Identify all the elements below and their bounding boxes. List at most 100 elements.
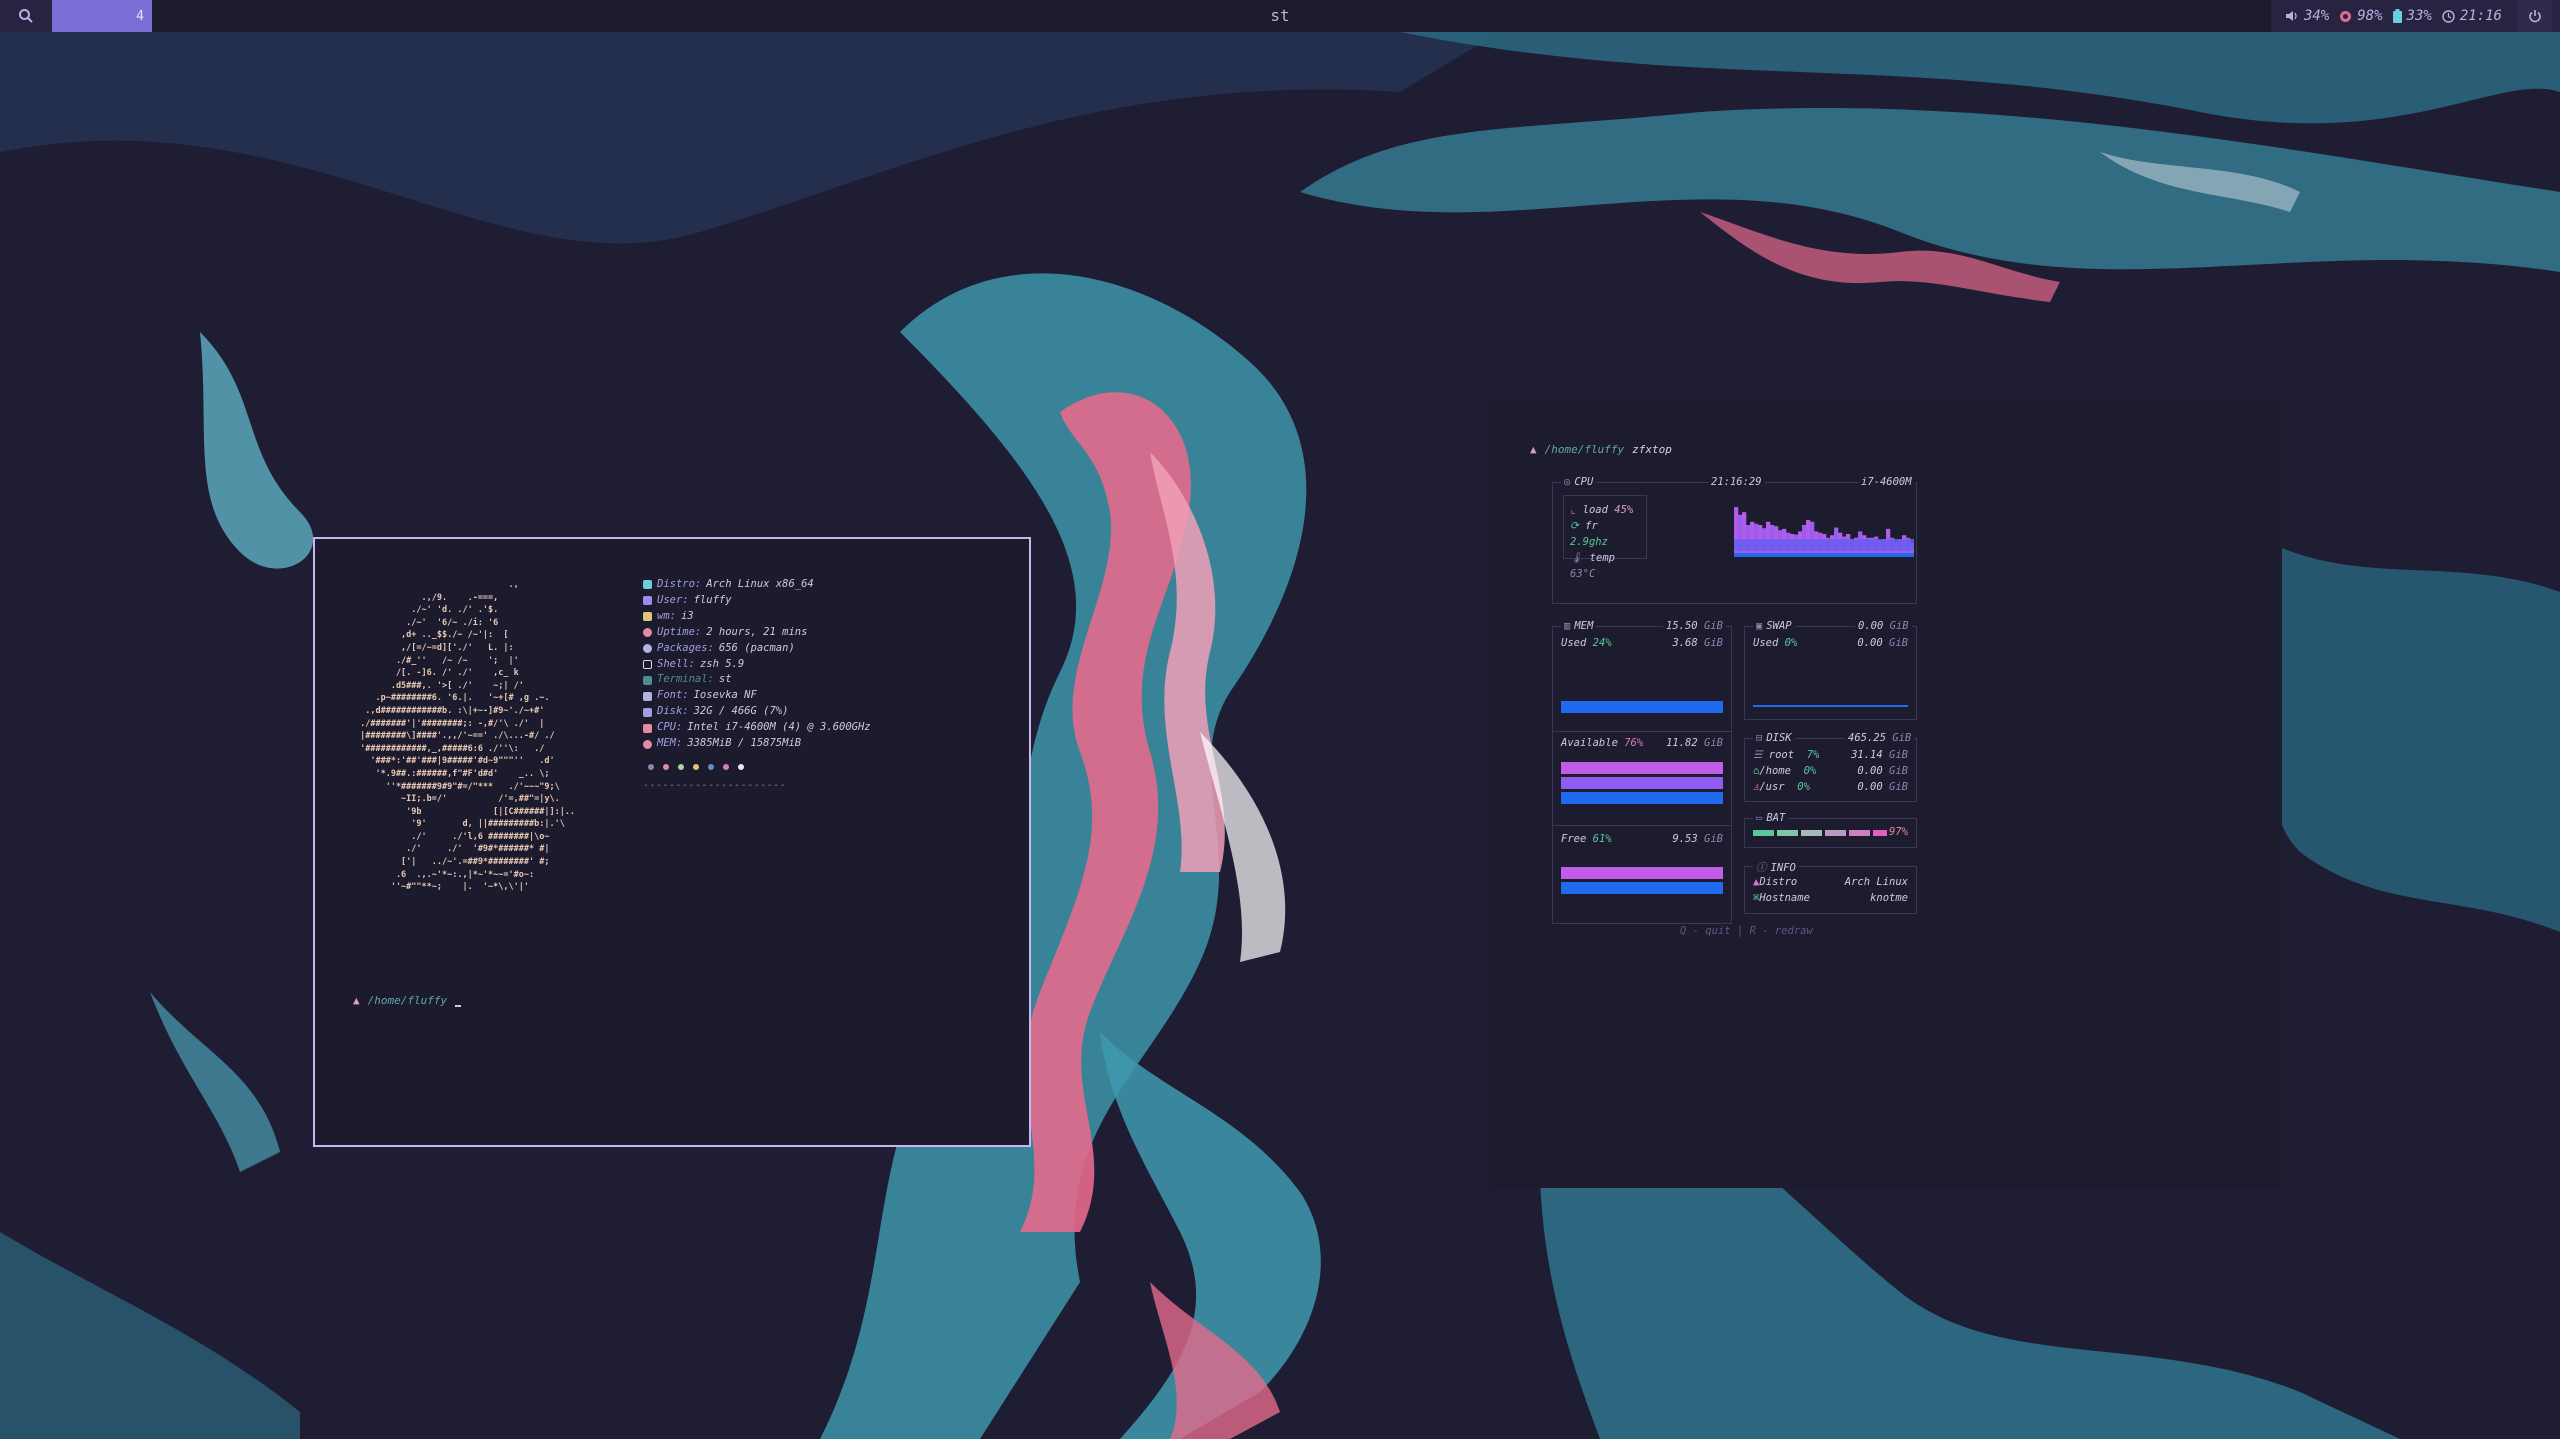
- workspace-indicator[interactable]: 4: [52, 0, 152, 32]
- battery-cell: [1753, 830, 1774, 836]
- swap-panel-title: ▣ SWAP: [1753, 620, 1795, 632]
- info-row-wm: wm: i3: [643, 609, 871, 625]
- cpu-history-graph: [1734, 507, 1914, 557]
- cpu-model: i7-4600M: [1858, 476, 1915, 488]
- swap-panel: ▣ SWAP 0.00 GiB Used 0% 0.00 GiB: [1744, 620, 1917, 720]
- battery-icon: ▭: [1756, 812, 1763, 824]
- cpu-stats-box: ⌞ load 45% ⟳ fr 2.9ghz 🌡︎ temp 63°C: [1563, 495, 1647, 580]
- system-info-list: Distro: Arch Linux x86_64 User: fluffy w…: [643, 577, 871, 794]
- palette-dot: [678, 763, 684, 770]
- status-tray: 34% 98% 33% 21:16: [2270, 0, 2560, 32]
- keybinding-help: Q - quit | R - redraw: [1680, 925, 1813, 937]
- mem-available-bar: [1561, 792, 1723, 804]
- thermometer-icon: 🌡︎: [1570, 552, 1584, 564]
- disk-row-home: ⌂/home 0% 0.00 GiB: [1753, 765, 1908, 777]
- battery-cell: [1801, 830, 1822, 836]
- volume-indicator[interactable]: 34%: [2285, 8, 2329, 24]
- cpu-panel: ◎ CPU 21:16:29 i7-4600M ⌞ load 45% ⟳ fr …: [1552, 476, 1917, 604]
- mem-free-row: Free 61% 9.53 GiB: [1561, 833, 1723, 845]
- disk-icon: [643, 707, 652, 717]
- shell-prompt[interactable]: ▲ /home/fluffy: [353, 994, 462, 1007]
- mem-free-bar: [1561, 867, 1723, 879]
- ghost-icon: ▲: [1530, 443, 1537, 456]
- font-icon: [643, 691, 652, 701]
- mem-free-bar: [1561, 882, 1723, 894]
- window-manager-icon: [643, 612, 652, 622]
- palette-dot: [708, 763, 714, 770]
- clock[interactable]: 21:16: [2442, 8, 2502, 24]
- divider: [1553, 825, 1731, 826]
- focused-window-title: st: [1270, 6, 1290, 25]
- clock-time: 21:16: [2459, 8, 2502, 24]
- cpu-temp-row: 🌡︎ temp 63°C: [1570, 552, 1615, 580]
- terminal-window-neofetch[interactable]: ., .,/9. .-===, ./~' 'd. ./' .'$. ./~' '…: [313, 537, 1031, 1147]
- terminal-icon: [643, 675, 652, 685]
- search-icon: [19, 9, 33, 23]
- battery-level-bar: [1753, 830, 1887, 836]
- mem-used-row: Used 24% 3.68 GiB: [1561, 637, 1723, 649]
- prompt-path: /home/fluffy: [367, 994, 448, 1007]
- disk-row-usr: ♙/usr 0% 0.00 GiB: [1753, 781, 1908, 793]
- info-row-cpu: CPU: Intel i7-4600M (4) @ 3.600GHz: [643, 720, 871, 736]
- package-icon: [643, 644, 652, 654]
- info-row-hostname: ⌘Hostname knotme: [1753, 892, 1908, 904]
- info-row-shell: Shell: zsh 5.9: [643, 657, 871, 673]
- info-row-uptime: Uptime: 2 hours, 21 mins: [643, 625, 871, 641]
- info-row-packages: Packages: 656 (pacman): [643, 641, 871, 657]
- cpu-graph-band: [1734, 539, 1914, 551]
- load-chart-icon: ⌞: [1570, 504, 1577, 516]
- disk-panel: ⊟ DISK 465.25 GiB ☰ root 7% 31.14 GiB ⌂/…: [1744, 732, 1917, 802]
- info-row-terminal: Terminal: st: [643, 672, 871, 688]
- battery-cell: [1873, 830, 1887, 836]
- disk-row-root: ☰ root 7% 31.14 GiB: [1753, 749, 1908, 761]
- ascii-logo: ., .,/9. .-===, ./~' 'd. ./' .'$. ./~' '…: [360, 580, 576, 893]
- battery-cell: [1777, 830, 1798, 836]
- shell-prompt: ▲ /home/fluffy zfxtop: [1530, 443, 1672, 456]
- frequency-icon: ⟳: [1570, 520, 1579, 532]
- battery-indicator[interactable]: 33%: [2392, 8, 2432, 24]
- clock-icon: [2442, 9, 2455, 23]
- battery-panel: ▭ BAT 97%: [1744, 812, 1917, 848]
- battery-value: 33%: [2406, 8, 2432, 24]
- info-row-distro: Distro: Arch Linux x86_64: [643, 577, 871, 593]
- memory-icon: ▥: [1564, 620, 1571, 632]
- cpu-icon: [643, 723, 652, 733]
- launcher-search-button[interactable]: [0, 0, 52, 32]
- cpu-time: 21:16:29: [1708, 476, 1765, 488]
- volume-icon: [2285, 11, 2297, 21]
- terminal-window-zfxtop[interactable]: ▲ /home/fluffy zfxtop ◎ CPU 21:16:29 i7-…: [1490, 400, 2282, 1188]
- cpu-freq-row: ⟳ fr 2.9ghz: [1570, 520, 1608, 548]
- disk-panel-title: ⊟ DISK: [1753, 732, 1795, 744]
- battery-icon: [2392, 9, 2402, 23]
- palette-dot: [663, 763, 669, 770]
- battery-cell: [1825, 830, 1846, 836]
- disk-total: 465.25 GiB: [1845, 732, 1915, 744]
- info-row-mem: MEM: 3385MiB / 15875MiB: [643, 736, 871, 752]
- palette-dot: [648, 763, 654, 770]
- top-status-bar: 4 st 34% 98% 33% 21:16: [0, 0, 2560, 32]
- info-panel-title: ⓘ INFO: [1753, 860, 1799, 875]
- color-palette: [648, 763, 871, 770]
- info-row-disk: Disk: 32G / 466G (7%): [643, 704, 871, 720]
- uptime-icon: [643, 628, 652, 638]
- arch-icon: [643, 580, 652, 590]
- user-icon: [643, 596, 652, 606]
- info-icon: ⓘ: [1756, 862, 1767, 874]
- power-button[interactable]: [2518, 0, 2552, 32]
- swap-used-bar: [1753, 705, 1908, 707]
- ghost-icon: ▲: [353, 994, 360, 1007]
- mem-panel-title: ▥ MEM: [1561, 620, 1597, 632]
- battery-percent: 97%: [1889, 826, 1908, 838]
- root-icon: ☰: [1753, 749, 1763, 761]
- palette-dot: [693, 763, 699, 770]
- mem-total: 15.50 GiB: [1663, 620, 1726, 632]
- swap-icon: ▣: [1756, 620, 1763, 632]
- mem-available-row: Available 76% 11.82 GiB: [1561, 737, 1723, 749]
- divider: [1553, 731, 1731, 732]
- shell-icon: [643, 659, 652, 669]
- memory-icon: [643, 739, 652, 749]
- mem-used-bar: [1561, 701, 1723, 713]
- brightness-indicator[interactable]: 98%: [2339, 8, 2383, 24]
- cpu-history-bar: [1806, 519, 1811, 557]
- bat-panel-title: ▭ BAT: [1753, 812, 1789, 824]
